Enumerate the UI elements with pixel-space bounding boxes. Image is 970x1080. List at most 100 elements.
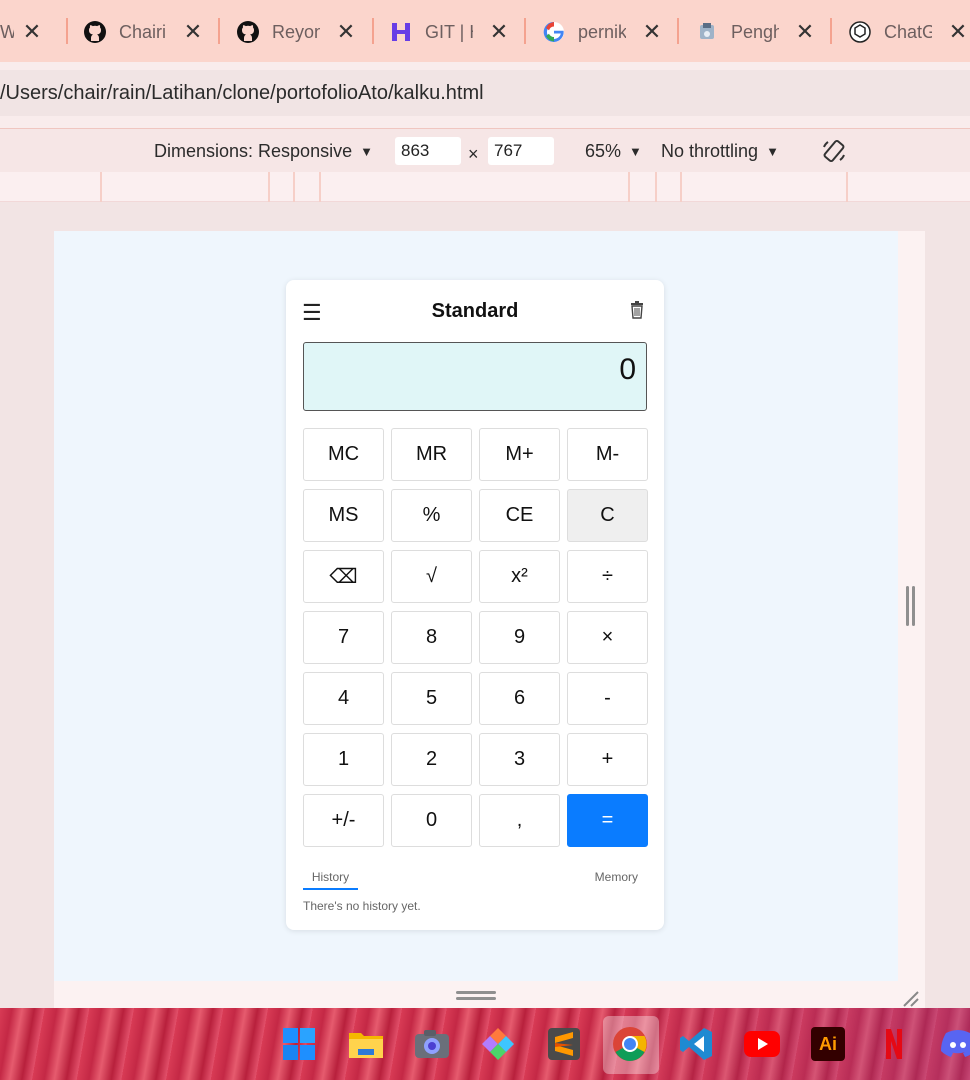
zoom-dropdown[interactable]: 65% ▼ — [585, 129, 642, 173]
close-icon[interactable]: ✕ — [489, 21, 509, 43]
history-memory-tabs: History Memory — [303, 868, 648, 892]
digit-7-button[interactable]: 7 — [303, 611, 384, 664]
negate-button[interactable]: +/- — [303, 794, 384, 847]
tab-title: Pengh — [731, 21, 779, 42]
windows-start-icon[interactable] — [281, 1026, 317, 1062]
add-button[interactable]: + — [567, 733, 648, 786]
close-icon[interactable]: ✕ — [336, 21, 356, 43]
rotate-icon[interactable] — [820, 129, 848, 173]
resize-handle-horizontal-icon[interactable] — [456, 991, 496, 1001]
tab-title: Chairi — [119, 21, 167, 42]
camera-icon[interactable] — [414, 1026, 450, 1062]
browser-tab[interactable]: Chairi ✕ — [83, 14, 203, 50]
calculator-display: 0 — [303, 342, 647, 411]
width-input[interactable] — [395, 137, 461, 165]
youtube-icon[interactable] — [744, 1026, 780, 1062]
percent-button[interactable]: % — [391, 489, 472, 542]
height-input[interactable] — [488, 137, 554, 165]
throttling-dropdown[interactable]: No throttling ▼ — [661, 129, 779, 173]
chrome-icon[interactable] — [612, 1026, 648, 1062]
mr-button[interactable]: MR — [391, 428, 472, 481]
caret-down-icon: ▼ — [629, 143, 642, 159]
decimal-button[interactable]: , — [479, 794, 560, 847]
google-icon — [542, 20, 566, 44]
digit-5-button[interactable]: 5 — [391, 672, 472, 725]
backspace-button[interactable]: ⌫ — [303, 550, 384, 603]
close-icon[interactable]: ✕ — [642, 21, 662, 43]
digit-3-button[interactable]: 3 — [479, 733, 560, 786]
file-explorer-icon[interactable] — [348, 1026, 384, 1062]
throttling-label: No throttling — [661, 140, 759, 161]
dimensions-label: Dimensions: Responsive — [154, 140, 353, 161]
digit-2-button[interactable]: 2 — [391, 733, 472, 786]
github-icon — [83, 20, 107, 44]
netflix-icon[interactable] — [876, 1026, 912, 1062]
tab-title: W — [0, 21, 14, 42]
vscode-icon[interactable] — [678, 1026, 714, 1062]
sublime-text-icon[interactable] — [546, 1026, 582, 1062]
app-icon[interactable] — [480, 1026, 516, 1062]
sqrt-button[interactable]: √ — [391, 550, 472, 603]
tab-separator — [677, 18, 679, 44]
hostinger-icon — [389, 20, 413, 44]
display-value: 0 — [619, 353, 636, 386]
browser-toolbar: /Users/chair/rain/Latihan/clone/portofol… — [0, 62, 970, 128]
resize-corner-icon[interactable] — [900, 988, 920, 1008]
clear-entry-button[interactable]: CE — [479, 489, 560, 542]
close-icon[interactable]: ✕ — [795, 21, 815, 43]
browser-tab[interactable]: Pengh ✕ — [695, 14, 815, 50]
divide-button[interactable]: ÷ — [567, 550, 648, 603]
equals-button[interactable]: = — [567, 794, 648, 847]
media-query-ruler — [0, 172, 970, 202]
m-plus-button[interactable]: M+ — [479, 428, 560, 481]
close-icon[interactable]: ✕ — [183, 21, 203, 43]
keypad: MC MR M+ M- MS % CE C ⌫ √ x² ÷ 7 8 9 × 4… — [303, 428, 648, 847]
tab-separator — [372, 18, 374, 44]
subtract-button[interactable]: - — [567, 672, 648, 725]
address-bar[interactable]: /Users/chair/rain/Latihan/clone/portofol… — [0, 70, 970, 116]
browser-tab[interactable]: pernik ✕ — [542, 14, 662, 50]
digit-6-button[interactable]: 6 — [479, 672, 560, 725]
zoom-label: 65% — [585, 140, 622, 161]
close-icon[interactable]: ✕ — [948, 21, 968, 43]
caret-down-icon: ▼ — [360, 143, 373, 159]
tab-title: Reyon — [272, 21, 320, 42]
github-icon — [236, 20, 260, 44]
m-minus-button[interactable]: M- — [567, 428, 648, 481]
discord-icon[interactable] — [940, 1026, 970, 1062]
trash-icon[interactable] — [630, 301, 646, 321]
multiply-button[interactable]: × — [567, 611, 648, 664]
calculator-title: Standard — [431, 300, 519, 322]
taskbar: Ai — [0, 1008, 970, 1080]
browser-tab[interactable]: ChatG ✕ — [848, 14, 968, 50]
square-button[interactable]: x² — [479, 550, 560, 603]
browser-tab[interactable]: W ✕ — [0, 14, 42, 50]
digit-8-button[interactable]: 8 — [391, 611, 472, 664]
digit-0-button[interactable]: 0 — [391, 794, 472, 847]
ms-button[interactable]: MS — [303, 489, 384, 542]
tab-title: pernik — [578, 21, 626, 42]
tab-title: GIT | H — [425, 21, 473, 42]
illustrator-icon[interactable]: Ai — [810, 1026, 846, 1062]
mc-button[interactable]: MC — [303, 428, 384, 481]
close-icon[interactable]: ✕ — [22, 21, 42, 43]
dimension-times: × — [468, 143, 479, 164]
calculator-header: ☰ Standard — [286, 280, 664, 342]
browser-tab[interactable]: Reyon ✕ — [236, 14, 356, 50]
tab-history[interactable]: History — [303, 868, 358, 890]
digit-9-button[interactable]: 9 — [479, 611, 560, 664]
device-toolbar: Dimensions: Responsive ▼ × 65% ▼ No thro… — [0, 128, 970, 172]
calculator: ☰ Standard 0 MC MR M+ M- MS % CE C ⌫ √ x… — [286, 280, 664, 930]
illustrator-label: Ai — [811, 1027, 845, 1061]
clear-button[interactable]: C — [567, 489, 648, 542]
tab-memory[interactable]: Memory — [595, 870, 638, 884]
tab-separator — [218, 18, 220, 44]
tab-separator — [524, 18, 526, 44]
dimensions-dropdown[interactable]: Dimensions: Responsive ▼ — [154, 129, 373, 173]
digit-4-button[interactable]: 4 — [303, 672, 384, 725]
govt-site-icon — [695, 20, 719, 44]
tab-separator — [66, 18, 68, 44]
resize-handle-vertical-icon[interactable] — [906, 586, 916, 626]
digit-1-button[interactable]: 1 — [303, 733, 384, 786]
browser-tab[interactable]: GIT | H ✕ — [389, 14, 509, 50]
